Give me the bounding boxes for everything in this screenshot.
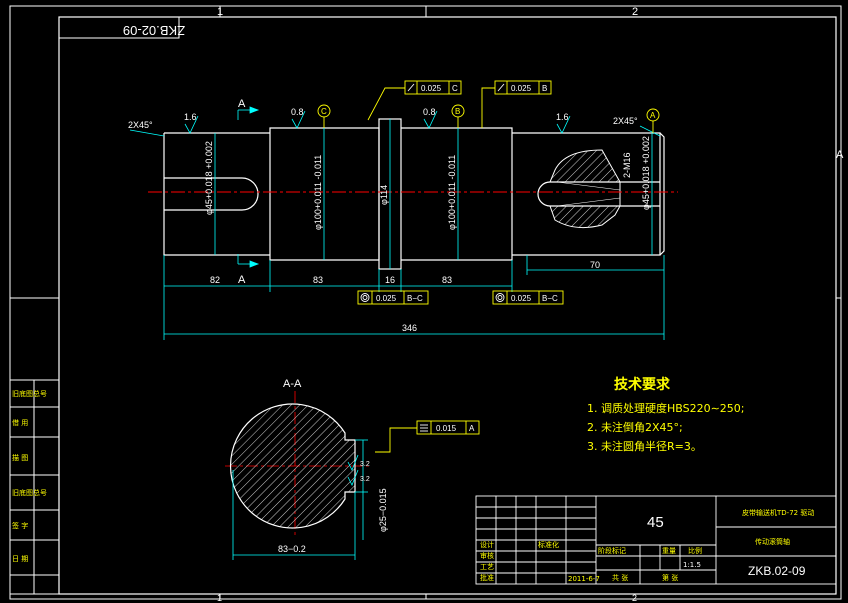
runout-b-datum: B — [542, 84, 547, 93]
section-width-dim: 83−0.2 — [278, 544, 306, 554]
left-strip-5: 签 字 — [12, 521, 28, 530]
requirement-1: 1. 调质处理硬度HBS220∼250; — [587, 401, 745, 415]
zone-side-a: A — [836, 149, 844, 161]
section-arrow-label-top: A — [238, 98, 246, 110]
concentricity-2-datum: B−C — [542, 294, 558, 303]
title-block-process: 工艺 — [480, 563, 494, 571]
diameter-d2: φ100+0.011 -0.011 — [313, 155, 323, 230]
shaft-main-view — [163, 118, 665, 270]
length-16: 16 — [385, 275, 395, 285]
left-strip-4: 旧底图总号 — [12, 488, 47, 497]
section-rough-b: 3.2 — [360, 476, 370, 483]
left-strip-1: 旧底图总号 — [12, 389, 47, 398]
thread-label: 2-M16 — [622, 152, 632, 178]
title-block-ratio: 比例 — [688, 546, 702, 555]
title-block-designer: 设计 — [480, 540, 494, 549]
roughness-1: 1.6 — [184, 112, 197, 122]
zone-top-1: 1 — [217, 6, 223, 18]
title-block-weight: 重量 — [662, 547, 676, 555]
title-block-approve: 批准 — [480, 573, 494, 582]
zone-top-2: 2 — [632, 6, 638, 18]
title-block-date: 2011-6-7 — [568, 575, 600, 583]
datum-b: B — [455, 107, 460, 116]
title-block-standard: 标准化 — [538, 540, 559, 549]
title-block-page: 第 张 — [662, 573, 678, 582]
section-rough-a: 3.2 — [360, 461, 370, 468]
section-arrows — [237, 106, 260, 268]
left-strip-3: 描 图 — [12, 453, 28, 462]
datum-a: A — [650, 111, 656, 120]
symmetry-value: 0.015 — [436, 424, 457, 433]
left-strip: 旧底图总号 借 用 描 图 旧底图总号 签 字 日 期 — [9, 379, 60, 595]
runout-c-datum: C — [452, 84, 458, 93]
diameter-d3: φ114 — [379, 185, 389, 205]
title-block-checker: 审核 — [480, 551, 494, 560]
left-strip-6: 日 期 — [12, 555, 28, 563]
zone-bottom-1: 1 — [217, 593, 222, 603]
section-title: A-A — [283, 378, 302, 390]
runout-c-value: 0.025 — [421, 84, 442, 93]
roughness-4: 1.6 — [556, 112, 569, 122]
length-total: 346 — [402, 323, 417, 333]
runout-b-value: 0.025 — [511, 84, 532, 93]
section-aa-circle — [229, 403, 356, 529]
engineering-drawing: 1 2 1 2 A ZKB.02-09 旧底图总号 借 用 描 图 旧底图总号 … — [9, 5, 844, 603]
requirement-3: 3. 未注圆角半径R=3。 — [587, 439, 702, 453]
datum-c: C — [321, 107, 327, 116]
title-block-material: 45 — [647, 514, 664, 531]
roughness-3: 0.8 — [423, 107, 436, 117]
title-block-sheet: 共 张 — [612, 573, 628, 582]
title-block-scale: 1:1.5 — [683, 561, 701, 569]
broken-out-section — [549, 149, 621, 229]
concentricity-1-value: 0.025 — [376, 294, 397, 303]
zone-bottom-2: 2 — [632, 593, 637, 603]
title-block-product: 皮带输送机TD-72 驱动 — [742, 508, 814, 517]
diameter-d1: φ45+0.018 +0.002 — [204, 141, 214, 215]
symmetry-datum: A — [469, 424, 475, 433]
requirements-title: 技术要求 — [614, 376, 671, 393]
chamfer-left: 2X45° — [128, 120, 153, 130]
section-key-dim: φ25−0.015 — [378, 488, 388, 532]
datum-markers — [317, 104, 660, 133]
runout-frame-c — [367, 80, 462, 121]
concentricity-2-value: 0.025 — [511, 294, 532, 303]
title-block-stage: 阶段标记 — [598, 546, 626, 555]
inner-frame — [58, 16, 837, 595]
length-82: 82 — [210, 275, 220, 285]
roughness-2: 0.8 — [291, 107, 304, 117]
left-strip-2: 借 用 — [12, 418, 28, 427]
concentricity-1-datum: B−C — [407, 294, 423, 303]
rotated-drawing-number: ZKB.02-09 — [123, 23, 185, 38]
length-83-right: 83 — [442, 275, 452, 285]
requirement-2: 2. 未注倒角2X45°; — [587, 420, 683, 434]
title-block-drawing-no: ZKB.02-09 — [748, 564, 806, 578]
symmetry-frame — [375, 420, 480, 453]
title-block-part-name: 传动滚筒轴 — [755, 537, 790, 546]
section-arrow-label-bottom: A — [238, 274, 246, 286]
diameter-d4: φ100+0.011 -0.011 — [447, 155, 457, 230]
chamfer-right: 2X45° — [613, 116, 638, 126]
diameter-d5: φ45+0.018 +0.002 — [641, 136, 651, 210]
length-83-left: 83 — [313, 275, 323, 285]
length-70: 70 — [590, 260, 600, 270]
diameter-dimensions — [214, 119, 653, 269]
